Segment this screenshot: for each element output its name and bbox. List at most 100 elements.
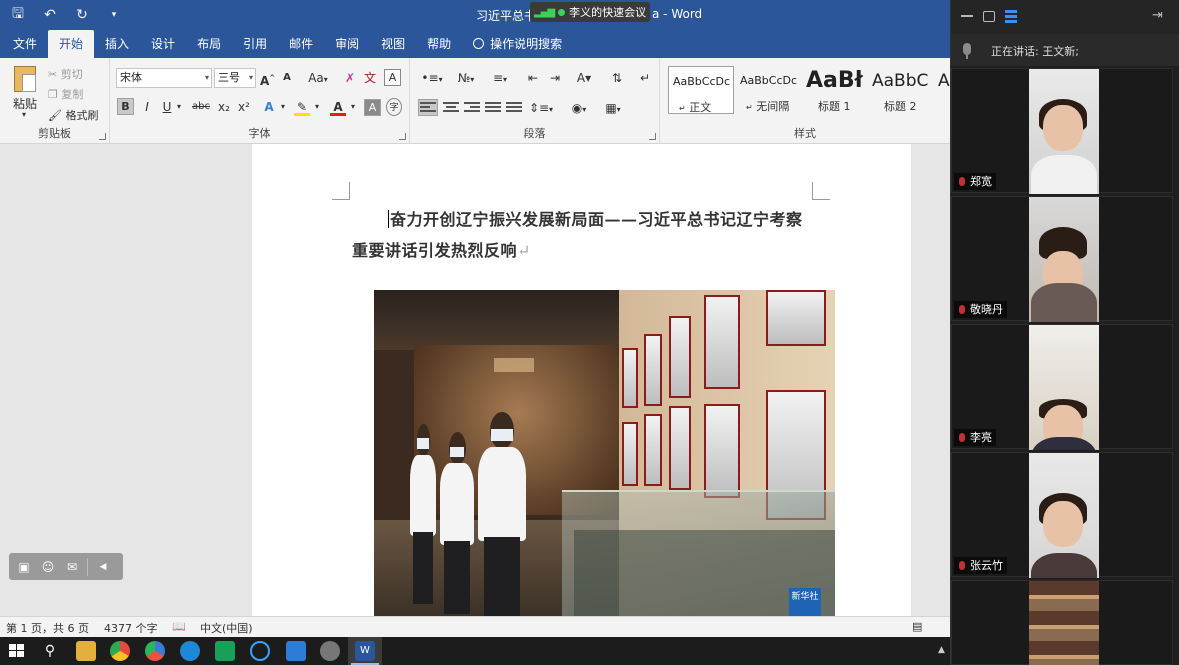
read-mode-icon[interactable]: ▤: [912, 620, 922, 633]
layout-icon[interactable]: [1005, 10, 1017, 23]
superscript-button[interactable]: x²: [236, 98, 252, 116]
save-icon[interactable]: 🖫: [10, 3, 26, 27]
align-center-icon[interactable]: [443, 100, 459, 114]
screen-share-icon[interactable]: ▣: [15, 558, 33, 576]
numbering-button[interactable]: №▾: [452, 69, 480, 87]
participant-tile[interactable]: 张云竹: [951, 452, 1173, 578]
minimize-icon[interactable]: [961, 15, 973, 17]
meeting-app-icon[interactable]: [286, 641, 306, 661]
phonetic-guide-icon[interactable]: 文: [363, 69, 377, 87]
language[interactable]: 中文(中国): [200, 620, 253, 636]
proofing-icon[interactable]: 📖: [172, 620, 186, 633]
multilevel-list-button[interactable]: ≡▾: [486, 69, 514, 87]
search-icon[interactable]: ⚲: [40, 641, 60, 661]
chat-icon[interactable]: ✉: [63, 558, 81, 576]
char-border-icon[interactable]: A: [384, 69, 401, 86]
browser-icon[interactable]: [145, 641, 165, 661]
tab-design[interactable]: 设计: [140, 30, 186, 58]
tab-view[interactable]: 视图: [370, 30, 416, 58]
text-effects-dropdown-icon[interactable]: ▾: [278, 98, 288, 116]
document-page[interactable]: 奋力开创辽宁振兴发展新局面——习近平总书记辽宁考察重要讲话引发热烈反响↵ 新华社: [252, 144, 911, 616]
participant-tile[interactable]: [951, 580, 1173, 665]
redo-icon[interactable]: ↻: [74, 7, 90, 23]
line-spacing-button[interactable]: ⇕≡▾: [528, 99, 554, 117]
news-photo[interactable]: 新华社: [374, 290, 835, 616]
tab-review[interactable]: 审阅: [324, 30, 370, 58]
page-count[interactable]: 第 1 页，共 6 页: [6, 620, 89, 636]
text-effects-icon[interactable]: A: [262, 98, 276, 116]
tab-insert[interactable]: 插入: [94, 30, 140, 58]
tab-home[interactable]: 开始: [48, 30, 95, 58]
document-area[interactable]: 奋力开创辽宁振兴发展新局面——习近平总书记辽宁考察重要讲话引发热烈反响↵ 新华社…: [0, 144, 950, 616]
tab-layout[interactable]: 布局: [186, 30, 232, 58]
document-heading[interactable]: 奋力开创辽宁振兴发展新局面——习近平总书记辽宁考察重要讲话引发热烈反响↵: [352, 204, 812, 266]
sort-icon[interactable]: ⇅: [608, 69, 626, 87]
font-launcher-icon[interactable]: [399, 133, 406, 140]
start-icon[interactable]: [7, 641, 27, 661]
highlight-dropdown-icon[interactable]: ▾: [312, 98, 322, 116]
grow-font-icon[interactable]: A^: [260, 69, 275, 88]
paste-dropdown-icon[interactable]: ▾: [22, 110, 26, 119]
underline-dropdown-icon[interactable]: ▾: [174, 98, 184, 116]
justify-icon[interactable]: [485, 100, 501, 114]
chrome-icon[interactable]: [110, 641, 130, 661]
participant-tile[interactable]: 郑宽: [951, 68, 1173, 194]
style-normal[interactable]: AaBbCcDc ↵ 正文: [668, 66, 734, 114]
style-title[interactable]: A: [934, 66, 950, 114]
chinese-layout-icon[interactable]: A▾: [572, 69, 596, 87]
edge-icon[interactable]: [180, 641, 200, 661]
clipboard-launcher-icon[interactable]: [99, 133, 106, 140]
paste-button[interactable]: [12, 64, 40, 96]
italic-button[interactable]: I: [140, 98, 154, 116]
file-explorer-icon[interactable]: [76, 641, 96, 661]
cut-button[interactable]: ✂ 剪切: [48, 66, 83, 82]
font-color-dropdown-icon[interactable]: ▾: [348, 98, 358, 116]
clear-format-icon[interactable]: ✗: [343, 69, 357, 87]
word-taskbar-button[interactable]: W: [348, 637, 382, 665]
subscript-button[interactable]: x₂: [216, 98, 232, 116]
show-marks-icon[interactable]: ↵: [636, 69, 654, 87]
font-size-box[interactable]: 三号 ▾: [214, 68, 256, 88]
align-left-button[interactable]: [418, 99, 438, 116]
shading-button[interactable]: ◉▾: [566, 99, 592, 117]
strikethrough-button[interactable]: abc: [190, 98, 212, 116]
font-name-box[interactable]: 宋体 ▾: [116, 68, 212, 88]
tab-file[interactable]: 文件: [2, 30, 48, 58]
increase-indent-icon[interactable]: ⇥: [546, 69, 564, 87]
font-color-icon[interactable]: A: [330, 98, 346, 116]
borders-button[interactable]: ▦▾: [600, 99, 626, 117]
copy-button[interactable]: ❐ 复制: [48, 86, 83, 102]
shrink-font-icon[interactable]: A: [280, 69, 294, 87]
underline-button[interactable]: U: [160, 98, 174, 116]
exit-panel-icon[interactable]: ⇥: [1152, 9, 1166, 23]
tab-mailings[interactable]: 邮件: [278, 30, 324, 58]
meeting-pill[interactable]: ▂▄▆ 李义的快速会议: [530, 2, 650, 22]
enclose-char-icon[interactable]: 字: [386, 98, 402, 116]
bullets-button[interactable]: •≡▾: [418, 69, 446, 87]
align-right-icon[interactable]: [464, 100, 480, 114]
app-icon[interactable]: [320, 641, 340, 661]
format-painter-button[interactable]: 🖌 格式刷: [48, 107, 98, 123]
highlight-icon[interactable]: ✎: [294, 98, 310, 116]
emoji-icon[interactable]: ☺: [39, 558, 57, 576]
word-count[interactable]: 4377 个字: [104, 620, 158, 636]
collapse-icon[interactable]: ◀: [94, 558, 112, 576]
tray-chevron-icon[interactable]: ▲: [938, 645, 945, 655]
paragraph-launcher-icon[interactable]: [649, 133, 656, 140]
tab-help[interactable]: 帮助: [416, 30, 462, 58]
customize-qat-icon[interactable]: ▾: [106, 10, 122, 20]
distributed-icon[interactable]: [506, 100, 522, 114]
char-shading-icon[interactable]: A: [364, 99, 381, 116]
participant-tile[interactable]: 敬晓丹: [951, 196, 1173, 322]
participant-tile[interactable]: 李亮: [951, 324, 1173, 450]
style-heading-2[interactable]: AaBbC 标题 2: [868, 66, 932, 114]
style-heading-1[interactable]: AaBł 标题 1: [802, 66, 866, 114]
decrease-indent-icon[interactable]: ⇤: [524, 69, 542, 87]
green-app-icon[interactable]: [215, 641, 235, 661]
change-case-button[interactable]: Aa▾: [306, 69, 330, 87]
style-no-spacing[interactable]: AaBbCcDc ↵ 无间隔: [736, 66, 802, 114]
tell-me-search[interactable]: 操作说明搜索: [462, 30, 573, 58]
tab-references[interactable]: 引用: [232, 30, 278, 58]
undo-icon[interactable]: ↶: [42, 7, 58, 23]
search-app-icon[interactable]: [250, 641, 270, 661]
